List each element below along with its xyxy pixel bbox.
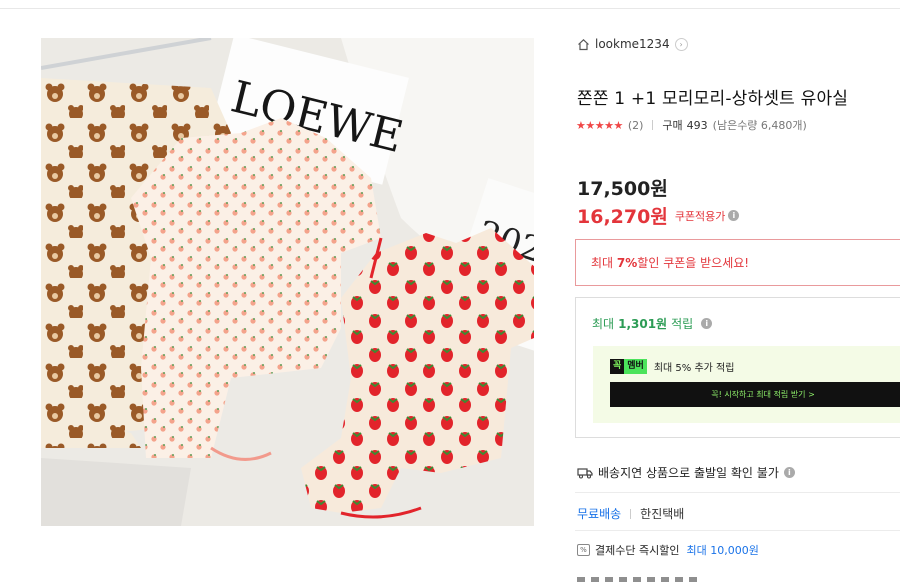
shipping-delay-notice: 배송지연 상품으로 출발일 확인 불가 i <box>577 464 795 481</box>
member-row: 꼭 멤버 최대 5% 추가 적립 <box>610 359 734 374</box>
rating-stars: ★★★★★ <box>576 118 623 132</box>
discount-icon: % <box>577 544 590 556</box>
info-icon[interactable]: i <box>783 467 795 478</box>
courier-name: 한진택배 <box>640 507 685 521</box>
coupon-percent: 7% <box>616 255 638 270</box>
seller-link[interactable]: lookme1234 › <box>577 35 688 53</box>
points-box: 최대 1,301원 적립 i 꼭 멤버 최대 5% 추가 적립 꼭! 시작하고 최… <box>575 297 900 438</box>
delivery-row: 무료배송 한진택배 <box>577 505 684 522</box>
info-icon[interactable]: i <box>728 210 740 221</box>
purchase-count: 493 <box>686 118 708 132</box>
product-image[interactable]: LOEWE 202 <box>41 38 534 526</box>
coupon-download-banner[interactable]: 최대 7% 할인 쿠폰을 받으세요! <box>575 239 900 286</box>
seller-name: lookme1234 <box>595 37 670 51</box>
coupon-applied-label: 쿠폰적용가 <box>674 209 726 223</box>
rating-row: ★★★★★ (2) 구매 493 (남은수량 6,480개) <box>576 117 807 133</box>
chevron-right-icon: › <box>674 37 688 51</box>
member-badge: 꼭 멤버 <box>610 359 647 374</box>
price-sale: 16,270원 <box>577 206 668 228</box>
free-shipping-link[interactable]: 무료배송 <box>577 505 621 522</box>
shipping-delay-text: 배송지연 상품으로 출발일 확인 불가 <box>598 466 779 480</box>
divider <box>575 492 900 493</box>
points-line: 최대 1,301원 적립 i <box>592 315 713 332</box>
member-extra-points: 최대 5% 추가 적립 <box>653 363 735 374</box>
divider <box>652 120 654 130</box>
badge-right: 멤버 <box>624 359 647 374</box>
price-original: 17,500원 <box>577 178 668 200</box>
stock-remaining: (남은수량 6,480개) <box>712 119 807 132</box>
product-photo: LOEWE 202 <box>41 38 534 526</box>
points-suffix: 적립 <box>671 317 694 331</box>
coupon-prefix: 최대 <box>591 256 614 270</box>
member-start-button[interactable]: 꼭! 시작하고 최대 적립 받기 > <box>610 382 900 407</box>
coupon-applied-price[interactable]: 쿠폰적용가 i <box>675 208 740 224</box>
member-promo: 꼭 멤버 최대 5% 추가 적립 꼭! 시작하고 최대 적립 받기 > <box>593 346 900 423</box>
next-row-partial <box>577 577 697 582</box>
product-info-panel: lookme1234 › 쫀쫀 1 +1 모리모리-상하셋트 유아실 ★★★★★… <box>575 0 900 582</box>
payment-discount-row[interactable]: % 결제수단 즉시할인 최대 10,000원 <box>577 542 759 558</box>
truck-icon <box>577 467 593 479</box>
review-count-link[interactable]: (2) <box>628 119 644 132</box>
price-sale-row: 16,270원 쿠폰적용가 i <box>577 202 740 229</box>
points-prefix: 최대 <box>592 317 615 331</box>
divider <box>630 508 632 519</box>
payment-value: 최대 10,000원 <box>686 544 759 557</box>
home-icon <box>578 38 589 50</box>
points-amount: 1,301원 <box>618 317 668 331</box>
purchase-label: 구매 <box>662 119 683 132</box>
badge-left: 꼭 <box>610 359 625 374</box>
divider <box>575 530 900 531</box>
product-title: 쫀쫀 1 +1 모리모리-상하셋트 유아실 <box>577 89 849 109</box>
coupon-suffix: 할인 쿠폰을 받으세요! <box>637 256 750 270</box>
info-icon[interactable]: i <box>701 318 713 329</box>
payment-label: 결제수단 즉시할인 <box>595 544 680 557</box>
